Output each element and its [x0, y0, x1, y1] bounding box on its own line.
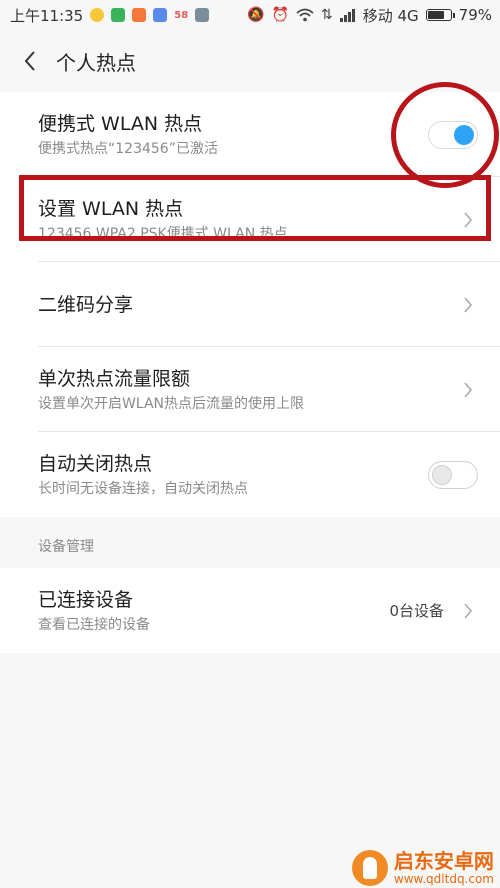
connected-devices-subtitle: 查看已连接的设备	[38, 617, 150, 633]
wifi-icon	[296, 8, 314, 22]
signal-icon	[339, 8, 355, 22]
device-section-label: 设备管理	[38, 539, 94, 555]
toggle-knob	[432, 464, 452, 485]
data-limit-row[interactable]: 单次热点流量限额 设置单次开启WLAN热点后流量的使用上限	[0, 347, 500, 432]
status-bar: 上午11:35 58 🔕 ⏰ ⇅ 移动 4G 79%	[0, 0, 500, 30]
page-title: 个人热点	[56, 50, 136, 75]
status-time: 上午11:35	[10, 6, 84, 25]
mute-icon: 🔕	[247, 7, 265, 23]
data-transfer-icon: ⇅	[320, 7, 333, 23]
auto-off-subtitle: 长时间无设备连接，自动关闭热点	[38, 481, 248, 497]
battery-percent: 79%	[458, 6, 492, 24]
connected-count: 0台设备	[389, 602, 444, 620]
alarm-icon: ⏰	[271, 7, 289, 23]
data-limit-title: 单次热点流量限额	[38, 368, 191, 390]
notification-mail-icon	[132, 8, 147, 22]
battery-icon	[425, 9, 455, 21]
device-card: 已连接设备 查看已连接的设备 0台设备	[0, 568, 500, 653]
chevron-right-icon	[458, 375, 478, 405]
back-button[interactable]	[0, 36, 60, 86]
notification-58-icon: 58	[174, 9, 189, 21]
watermark-url: www.qdltdq.com	[393, 872, 494, 886]
chevron-right-icon	[458, 290, 478, 320]
notification-app-icon	[90, 8, 105, 22]
carrier-label: 移动 4G	[362, 6, 419, 25]
auto-off-title: 自动关闭热点	[38, 453, 153, 475]
notification-app-icon	[111, 8, 126, 22]
page-header: 个人热点	[0, 36, 500, 86]
back-arrow-icon	[24, 51, 35, 71]
qr-share-row[interactable]: 二维码分享	[0, 262, 500, 347]
auto-off-toggle[interactable]	[428, 460, 478, 489]
hotspot-status: 便携式热点“123456”已激活	[38, 141, 218, 157]
watermark-name: 启东安卓网	[393, 849, 494, 873]
annotation-rectangle	[19, 175, 491, 241]
data-limit-subtitle: 设置单次开启WLAN热点后流量的使用上限	[38, 396, 305, 412]
watermark-logo-icon	[351, 850, 388, 886]
chevron-right-icon	[458, 596, 478, 626]
connected-devices-title: 已连接设备	[38, 589, 134, 611]
notification-app-icon	[195, 8, 210, 22]
hotspot-title: 便携式 WLAN 热点	[38, 113, 203, 135]
qr-share-title: 二维码分享	[38, 293, 134, 316]
watermark: 启东安卓网 www.qdltdq.com	[351, 849, 494, 886]
auto-off-row[interactable]: 自动关闭热点 长时间无设备连接，自动关闭热点	[0, 432, 500, 517]
annotation-circle	[391, 82, 499, 188]
connected-devices-row[interactable]: 已连接设备 查看已连接的设备 0台设备	[0, 568, 500, 653]
notification-app-icon	[153, 8, 168, 22]
